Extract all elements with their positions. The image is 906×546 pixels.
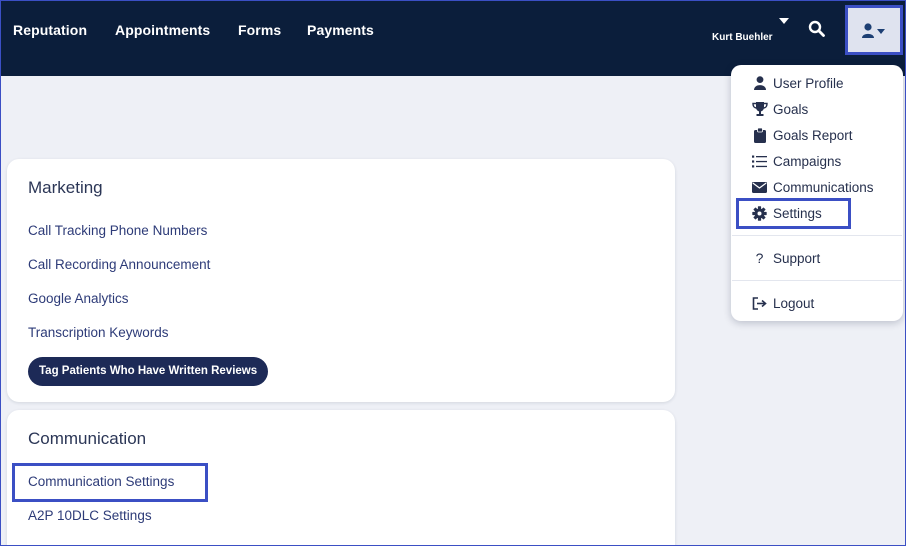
menu-logout[interactable]: Logout (751, 293, 814, 313)
marketing-title: Marketing (28, 178, 103, 197)
marketing-card: Marketing Call Tracking Phone Numbers Ca… (7, 159, 675, 402)
menu-support[interactable]: ? Support (751, 248, 821, 268)
link-communication-settings[interactable]: Communication Settings (28, 474, 174, 489)
trophy-icon (751, 101, 768, 117)
menu-label: User Profile (773, 75, 844, 91)
communication-title: Communication (28, 429, 147, 448)
user-menu-button[interactable] (845, 5, 903, 55)
envelope-icon (751, 179, 768, 195)
menu-label: Goals (773, 101, 809, 117)
menu-goals[interactable]: Goals (751, 99, 808, 119)
menu-campaigns[interactable]: Campaigns (751, 151, 841, 171)
search-icon[interactable] (808, 20, 830, 42)
menu-settings[interactable]: Settings (751, 203, 822, 223)
menu-label: Support (773, 250, 821, 266)
link-call-recording-announcement[interactable]: Call Recording Announcement (28, 257, 210, 272)
user-icon (862, 23, 885, 38)
menu-label: Settings (773, 205, 822, 221)
list-icon (751, 153, 768, 169)
menu-goals-report[interactable]: Goals Report (751, 125, 853, 145)
link-a2p-10dlc-settings[interactable]: A2P 10DLC Settings (28, 508, 152, 523)
menu-user-profile[interactable]: User Profile (751, 73, 844, 93)
nav-payments[interactable]: Payments (307, 22, 374, 38)
caret-down-icon[interactable] (779, 18, 789, 24)
nav-appointments[interactable]: Appointments (115, 22, 210, 38)
menu-label: Goals Report (773, 127, 853, 143)
clipboard-icon (751, 127, 768, 143)
link-google-analytics[interactable]: Google Analytics (28, 291, 129, 306)
menu-label: Campaigns (773, 153, 842, 169)
gear-icon (751, 205, 768, 221)
question-icon: ? (755, 250, 764, 266)
tag-patients-button[interactable]: Tag Patients Who Have Written Reviews (28, 357, 269, 386)
link-call-tracking-phone-numbers[interactable]: Call Tracking Phone Numbers (28, 223, 207, 238)
user-icon (751, 75, 768, 91)
logout-icon (751, 295, 768, 311)
nav-reputation[interactable]: Reputation (13, 22, 87, 38)
menu-label: Logout (773, 295, 815, 311)
link-transcription-keywords[interactable]: Transcription Keywords (28, 325, 169, 340)
nav-forms[interactable]: Forms (238, 22, 281, 38)
menu-divider (732, 280, 902, 281)
user-name[interactable]: Kurt Buehler (712, 32, 773, 43)
user-dropdown-menu: User Profile Goals Goals Report Campaign… (731, 65, 903, 321)
communication-card: Communication Communication Settings A2P… (7, 410, 675, 546)
menu-label: Communications (773, 179, 874, 195)
menu-communications[interactable]: Communications (751, 177, 874, 197)
menu-divider (732, 235, 902, 236)
